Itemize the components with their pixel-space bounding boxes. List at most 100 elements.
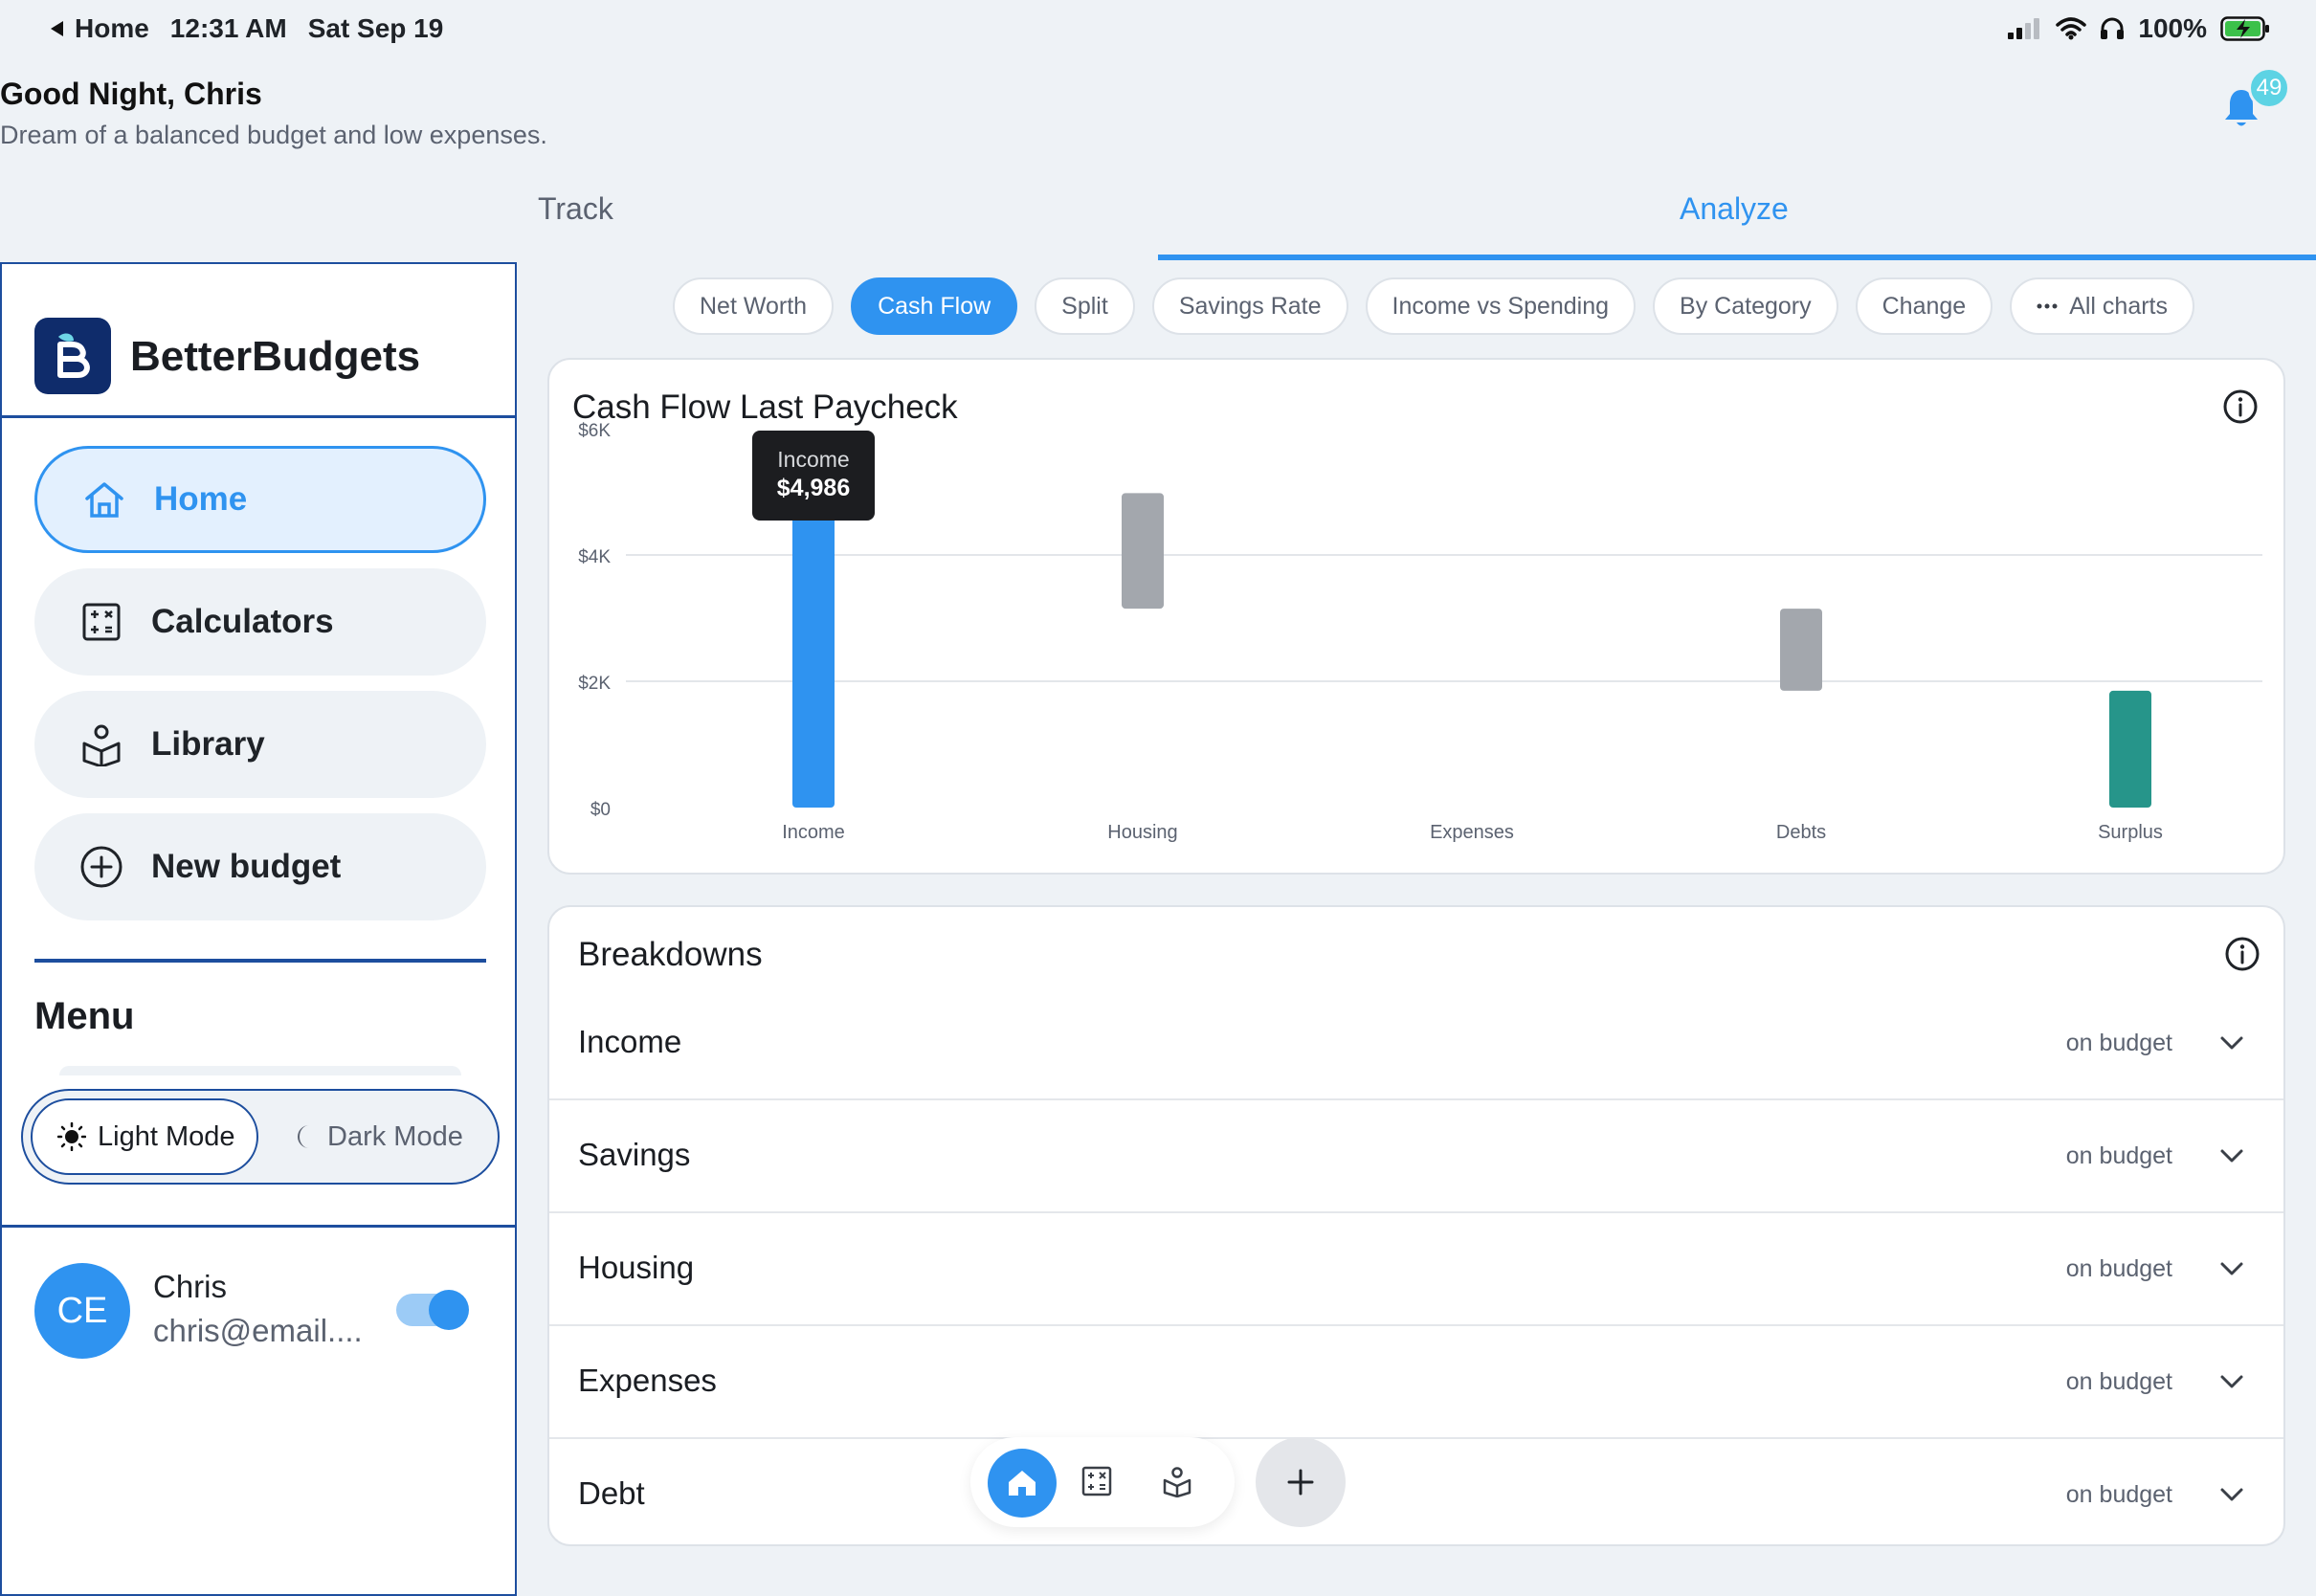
brand-name: BetterBudgets	[130, 333, 421, 380]
pill-split[interactable]: Split	[1035, 277, 1135, 335]
user-name: Chris	[153, 1269, 228, 1304]
theme-mode-toggle: Light Mode Dark Mode	[21, 1089, 500, 1185]
library-icon	[1163, 1467, 1191, 1497]
y-tick-label: $2K	[578, 674, 611, 694]
x-tick-label: Surplus	[2098, 822, 2163, 843]
battery-charging-icon	[2220, 16, 2269, 41]
floating-tab-bar	[970, 1437, 1235, 1527]
status-bar: Home 12:31 AM Sat Sep 19 100%	[0, 0, 2316, 59]
y-tick-label: $0	[590, 800, 611, 820]
cellular-signal-icon	[2008, 18, 2040, 39]
breakdown-row-savings[interactable]: Savings on budget	[549, 1100, 2283, 1213]
x-tick-label: Debts	[1776, 822, 1826, 843]
bar-debts	[1780, 609, 1822, 691]
breakdown-row-status: on budget	[2065, 1142, 2172, 1169]
pill-change[interactable]: Change	[1855, 277, 1993, 335]
add-floating-button[interactable]	[1256, 1437, 1346, 1527]
floating-home-button[interactable]	[988, 1449, 1057, 1518]
light-mode-label: Light Mode	[98, 1120, 235, 1152]
chevron-down-icon[interactable]	[2216, 1366, 2247, 1397]
breakdown-row-housing[interactable]: Housing on budget	[549, 1213, 2283, 1326]
breakdown-row-status: on budget	[2065, 1030, 2172, 1056]
pill-savings-rate[interactable]: Savings Rate	[1151, 277, 1348, 335]
status-time: 12:31 AM	[169, 13, 287, 43]
headphones-icon	[2101, 17, 2125, 39]
pill-by-category[interactable]: By Category	[1653, 277, 1838, 335]
chevron-down-icon[interactable]	[2216, 1028, 2247, 1058]
sidebar-divider	[2, 415, 515, 418]
floating-library-button[interactable]	[1156, 1460, 1198, 1502]
pill-net-worth[interactable]: Net Worth	[673, 277, 835, 335]
floating-calculators-button[interactable]	[1076, 1460, 1118, 1502]
x-tick-label: Housing	[1107, 822, 1177, 843]
menu-list-edge	[59, 1066, 461, 1075]
sidebar: BetterBudgets Home Calculators Library N…	[0, 262, 517, 1596]
y-tick-label: $4K	[578, 547, 611, 567]
bar-income	[792, 492, 835, 808]
breakdown-row-status: on budget	[2065, 1481, 2172, 1508]
home-icon	[81, 477, 127, 522]
chevron-down-icon[interactable]	[2216, 1141, 2247, 1171]
sidebar-item-library[interactable]: Library	[34, 691, 486, 798]
breakdown-row-name: Debt	[578, 1475, 645, 1511]
plus-circle-icon	[78, 844, 124, 890]
more-dots-icon	[2037, 303, 2058, 309]
active-tab-indicator	[1158, 255, 2316, 260]
tooltip-value: $4,986	[777, 475, 850, 501]
moon-icon	[298, 1125, 309, 1148]
bar-surplus	[2109, 690, 2151, 808]
calculator-icon	[1081, 1466, 1112, 1496]
info-icon[interactable]	[2224, 936, 2260, 972]
chevron-down-icon[interactable]	[2216, 1479, 2247, 1510]
notification-count-badge: 49	[2248, 67, 2290, 109]
menu-divider	[34, 959, 486, 963]
sidebar-item-label: Calculators	[151, 603, 334, 640]
greeting-title: Good Night, Chris	[0, 77, 262, 111]
back-to-home-link[interactable]: Home	[48, 13, 149, 44]
breakdown-row-name: Savings	[578, 1137, 691, 1172]
greeting-subtitle: Dream of a balanced budget and low expen…	[0, 121, 547, 149]
dark-mode-button[interactable]: Dark Mode	[283, 1098, 475, 1175]
dark-mode-label: Dark Mode	[327, 1120, 463, 1152]
user-toggle-switch[interactable]	[396, 1290, 469, 1330]
sidebar-item-calculators[interactable]: Calculators	[34, 568, 486, 676]
sidebar-item-new-budget[interactable]: New budget	[34, 813, 486, 920]
breakdown-row-income[interactable]: Income on budget	[549, 987, 2283, 1100]
betterbudgets-logo-icon	[57, 333, 90, 378]
breakdown-row-name: Income	[578, 1024, 682, 1059]
tooltip-label: Income	[777, 447, 849, 472]
wifi-icon	[2056, 17, 2087, 40]
cash-flow-chart-card: $0 $2K $4K $6K Income Housing Expenses Debts Sur…	[547, 358, 2285, 875]
chart-type-pills: Net Worth Cash Flow Split Savings Rate I…	[673, 277, 2194, 335]
tab-track[interactable]: Track	[538, 191, 613, 227]
light-mode-button[interactable]: Light Mode	[31, 1098, 258, 1175]
back-arrow-icon	[51, 21, 63, 36]
sidebar-item-label: New budget	[151, 848, 342, 885]
calculator-icon	[78, 599, 124, 645]
home-icon	[1009, 1471, 1036, 1496]
breakdown-row-status: on budget	[2065, 1255, 2172, 1282]
tab-analyze[interactable]: Analyze	[1680, 191, 1789, 227]
status-date: Sat Sep 19	[307, 13, 444, 43]
breakdown-row-name: Expenses	[578, 1363, 717, 1398]
info-icon[interactable]	[2222, 388, 2259, 425]
x-tick-label: Expenses	[1430, 822, 1514, 843]
breakdown-row-status: on budget	[2065, 1368, 2172, 1395]
pill-cash-flow[interactable]: Cash Flow	[851, 277, 1018, 335]
menu-heading: Menu	[34, 995, 135, 1037]
pill-all-charts[interactable]: All charts	[2010, 277, 2194, 335]
cash-flow-chart: $0$2K$4K$6KIncome Housing Expenses Debts Sur…	[578, 421, 2262, 843]
user-email: chris@email....	[153, 1313, 363, 1348]
chevron-down-icon[interactable]	[2216, 1253, 2247, 1284]
breakdown-row-debt[interactable]: Debt on budget	[549, 1439, 2283, 1544]
chart-title: Cash Flow Last Paycheck	[572, 388, 958, 426]
sidebar-item-label: Library	[151, 725, 265, 763]
breakdown-row-expenses[interactable]: Expenses on budget	[549, 1326, 2283, 1439]
sidebar-item-home[interactable]: Home	[34, 446, 486, 553]
app-logo[interactable]	[34, 318, 111, 394]
breakdowns-card: Breakdowns Income on budget Savings on b…	[547, 905, 2285, 1546]
library-icon	[78, 721, 124, 767]
plus-icon	[1287, 1469, 1314, 1496]
pill-income-vs-spending[interactable]: Income vs Spending	[1365, 277, 1637, 335]
avatar[interactable]: CE	[34, 1263, 130, 1359]
